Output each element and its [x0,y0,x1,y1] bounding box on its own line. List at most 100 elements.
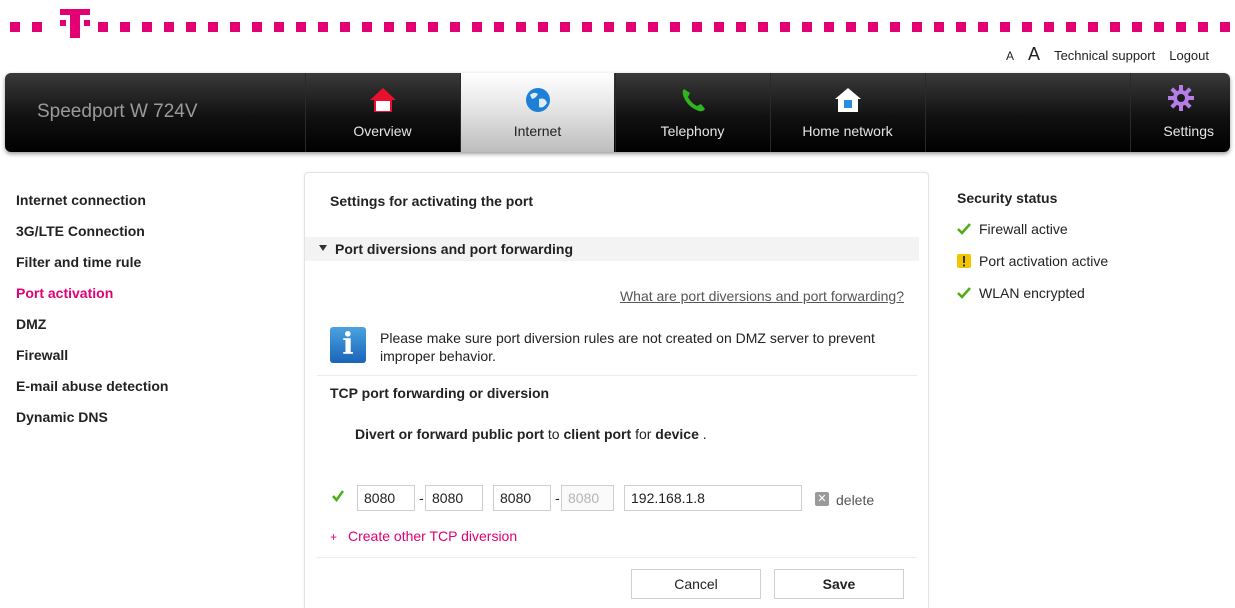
nav-spacer [925,73,1130,152]
menu-item-dmz[interactable]: DMZ [16,314,276,345]
public-port-to-input[interactable]: 8080 [425,485,483,511]
top-links: A A Technical support Logout [1006,44,1209,65]
save-button[interactable]: Save [774,569,904,599]
sentence-client-port: client port [563,426,632,442]
create-tcp-diversion-link[interactable]: + Create other TCP diversion [330,528,517,544]
range-separator: - [555,490,560,506]
warning-icon [957,254,971,268]
brand-dot [296,22,306,32]
sentence-public-port: public port [471,426,545,442]
tab-settings-label: Settings [1163,123,1214,139]
tcp-rule-row: 8080 - 8080 8080 - 8080 192.168.1.8 ✕ de… [330,483,920,511]
brand-dot [32,22,42,32]
security-status-title: Security status [957,190,1058,206]
home-icon [369,88,396,112]
menu-item-email-abuse[interactable]: E-mail abuse detection [16,376,276,407]
brand-dot [10,22,20,32]
brand-dot [780,22,790,32]
device-ip-input[interactable]: 192.168.1.8 [624,485,802,511]
menu-item-port-activation[interactable]: Port activation [16,283,276,314]
divider [317,375,917,376]
brand-dot [890,22,900,32]
tab-internet-label: Internet [513,123,562,139]
gear-icon [1167,85,1194,111]
main-navbar: Speedport W 724V Overview Internet Telep… [5,73,1230,152]
cancel-button[interactable]: Cancel [631,569,761,599]
tab-overview[interactable]: Overview [305,73,459,152]
section-toggle-port-diversions[interactable]: Port diversions and port forwarding [305,237,919,261]
tcp-section-title: TCP port forwarding or diversion [330,385,550,401]
security-item-port-activation: Port activation active [957,252,1217,284]
logout-link[interactable]: Logout [1169,48,1209,63]
sentence-part: . [702,426,707,442]
left-menu: Internet connection 3G/LTE Connection Fi… [16,190,276,438]
tab-internet[interactable]: Internet [460,73,614,152]
brand-dot [978,22,988,32]
brand-dot [868,22,878,32]
brand-dot [912,22,922,32]
tab-home-network[interactable]: Home network [770,73,924,152]
delete-rule-button[interactable]: delete [836,492,874,508]
menu-item-dynamic-dns[interactable]: Dynamic DNS [16,407,276,438]
check-icon [957,287,971,299]
menu-item-3g-lte[interactable]: 3G/LTE Connection [16,221,276,252]
brand-dot [1176,22,1186,32]
brand-dot [802,22,812,32]
font-size-small-button[interactable]: A [1006,49,1014,63]
brand-dot [1154,22,1164,32]
tab-overview-label: Overview [353,123,412,139]
brand-dot [472,22,482,32]
brand-dot [824,22,834,32]
brand-dot [450,22,460,32]
security-item-label: Firewall active [979,221,1068,237]
brand-dot [1220,22,1230,32]
brand-dot [164,22,174,32]
brand-dot [362,22,372,32]
rule-enabled-checkbox[interactable] [332,490,344,502]
product-name: Speedport W 724V [37,101,198,122]
brand-dot [516,22,526,32]
public-port-from-input[interactable]: 8080 [357,485,415,511]
create-link-label: Create other TCP diversion [348,528,518,544]
tab-telephony[interactable]: Telephony [615,73,769,152]
plus-icon: + [330,530,338,544]
client-port-from-input[interactable]: 8080 [493,485,551,511]
security-item-wlan: WLAN encrypted [957,284,1217,316]
brand-dot [604,22,614,32]
brand-dot [1000,22,1010,32]
port-activation-panel: Settings for activating the port Port di… [304,172,929,608]
menu-item-filter-time-rule[interactable]: Filter and time rule [16,252,276,283]
brand-dot [120,22,130,32]
sentence-part: to [547,426,560,442]
help-link-port-diversions[interactable]: What are port diversions and port forwar… [620,288,904,304]
caret-down-icon [319,245,327,252]
security-item-firewall: Firewall active [957,220,1217,252]
technical-support-link[interactable]: Technical support [1054,48,1155,63]
brand-dot [956,22,966,32]
sentence-part: Divert or forward [355,426,468,442]
brand-dot [252,22,262,32]
brand-dot [208,22,218,32]
phone-icon [682,89,705,112]
brand-dot [230,22,240,32]
info-box: i Please make sure port diversion rules … [330,323,890,371]
brand-dot [1132,22,1142,32]
menu-item-internet-connection[interactable]: Internet connection [16,190,276,221]
brand-strip [0,0,1235,40]
delete-icon[interactable]: ✕ [815,492,829,506]
tab-home-network-label: Home network [802,123,893,139]
panel-title: Settings for activating the port [330,193,534,209]
info-text: Please make sure port diversion rules ar… [380,330,875,364]
brand-dot [648,22,658,32]
security-item-label: Port activation active [979,253,1109,269]
brand-dot [274,22,284,32]
brand-dot [406,22,416,32]
security-status: Security status Firewall active Port act… [957,190,1217,316]
brand-dot [692,22,702,32]
check-icon [957,223,971,235]
tab-settings[interactable]: Settings [1130,73,1230,152]
client-port-to-input[interactable]: 8080 [561,485,614,511]
font-size-large-button[interactable]: A [1028,44,1040,65]
menu-item-firewall[interactable]: Firewall [16,345,276,376]
globe-icon [525,88,550,112]
